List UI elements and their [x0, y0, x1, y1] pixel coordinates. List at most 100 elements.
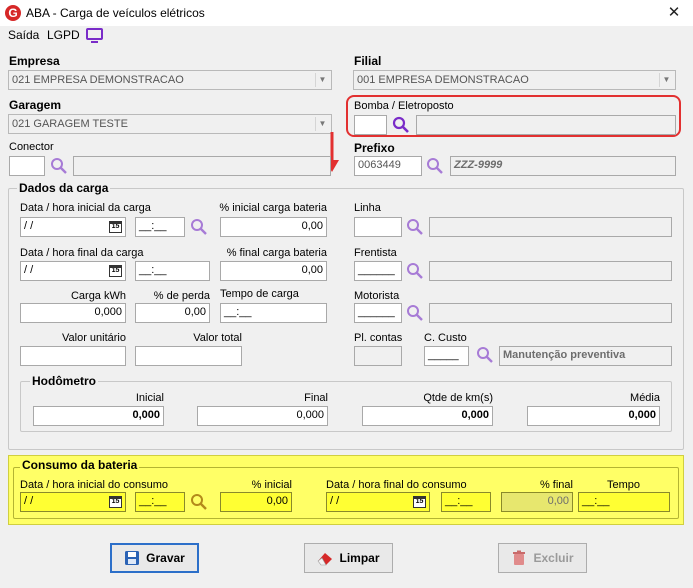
search-icon[interactable]: [406, 218, 424, 236]
linha-label: Linha: [354, 202, 381, 214]
excluir-label: Excluir: [533, 551, 574, 565]
c-custo-desc: Manutenção preventiva: [499, 346, 672, 366]
hora-final-input[interactable]: __:__: [135, 261, 210, 281]
frentista-label: Frentista: [354, 247, 397, 259]
search-icon[interactable]: [406, 304, 424, 322]
c-custo-label: C. Custo: [424, 332, 467, 344]
c-custo-input[interactable]: _____: [424, 346, 469, 366]
garagem-label: Garagem: [9, 98, 62, 112]
filial-label: Filial: [354, 54, 382, 68]
valor-unitario-label: Valor unitário: [62, 332, 126, 344]
motorista-label: Motorista: [354, 290, 400, 302]
search-icon[interactable]: [50, 157, 68, 175]
data-final-input[interactable]: / /15: [20, 261, 126, 281]
excluir-button[interactable]: Excluir: [498, 543, 587, 573]
limpar-button[interactable]: Limpar: [304, 543, 393, 573]
hodo-media-input[interactable]: 0,000: [527, 406, 660, 426]
consumo-hora-final-input[interactable]: __:__: [441, 492, 491, 512]
consumo-title: Consumo da bateria: [20, 458, 140, 472]
valor-unitario-input[interactable]: [20, 346, 126, 366]
chevron-down-icon[interactable]: ▼: [315, 73, 329, 87]
pct-perda-input[interactable]: 0,00: [135, 303, 210, 323]
hodometro-title: Hodômetro: [30, 374, 98, 388]
search-icon[interactable]: [476, 346, 494, 364]
garagem-value: 021 GARAGEM TESTE: [12, 118, 128, 130]
consumo-pct-inicial-input[interactable]: 0,00: [220, 492, 292, 512]
pct-perda-label: % de perda: [153, 290, 210, 302]
pl-contas-input: [354, 346, 402, 366]
calendar-icon[interactable]: 15: [413, 496, 426, 508]
data-inicial-label: Data / hora inicial da carga: [20, 202, 151, 214]
empresa-value: 021 EMPRESA DEMONSTRACAO: [12, 74, 184, 86]
chevron-down-icon[interactable]: ▼: [659, 73, 673, 87]
app-logo-icon: G: [5, 5, 21, 21]
linha-desc: [429, 217, 672, 237]
frentista-input[interactable]: ______: [354, 261, 402, 281]
hodo-inicial-label: Inicial: [135, 392, 164, 404]
save-icon: [125, 551, 140, 565]
search-icon[interactable]: [190, 493, 208, 511]
window-title: ABA - Carga de veículos elétricos: [26, 6, 205, 20]
prefixo-desc: ZZZ-9999: [450, 156, 676, 176]
eraser-icon: [318, 553, 333, 566]
calendar-icon[interactable]: 15: [109, 265, 122, 277]
bomba-label: Bomba / Eletroposto: [354, 100, 454, 112]
carga-kwh-input[interactable]: 0,000: [20, 303, 126, 323]
close-icon[interactable]: ✕: [662, 3, 686, 23]
dados-carga-title: Dados da carga: [17, 181, 111, 195]
data-inicial-input[interactable]: / /15: [20, 217, 126, 237]
frentista-desc: [429, 261, 672, 281]
menu-saida[interactable]: Saída: [8, 28, 39, 42]
filial-value: 001 EMPRESA DEMONSTRACAO: [357, 74, 529, 86]
limpar-label: Limpar: [339, 551, 380, 565]
motorista-desc: [429, 303, 672, 323]
calendar-icon[interactable]: 15: [109, 496, 122, 508]
hodo-final-input[interactable]: 0,000: [197, 406, 328, 426]
search-icon[interactable]: [426, 157, 444, 175]
garagem-select[interactable]: 021 GARAGEM TESTE ▼: [8, 114, 332, 134]
calendar-icon[interactable]: 15: [109, 221, 122, 233]
conector-label: Conector: [9, 141, 54, 153]
valor-total-input[interactable]: [135, 346, 242, 366]
hodo-final-label: Final: [304, 392, 328, 404]
search-icon[interactable]: [406, 262, 424, 280]
linha-input[interactable]: [354, 217, 402, 237]
filial-select[interactable]: 001 EMPRESA DEMONSTRACAO ▼: [353, 70, 676, 90]
chevron-down-icon[interactable]: ▼: [315, 117, 329, 131]
bomba-desc: [416, 115, 676, 135]
prefixo-input[interactable]: 0063449: [354, 156, 422, 176]
consumo-data-final-label: Data / hora final do consumo: [326, 479, 467, 491]
consumo-hora-inicial-input[interactable]: __:__: [135, 492, 185, 512]
empresa-label: Empresa: [9, 54, 60, 68]
consumo-pct-final-label: % final: [539, 479, 573, 491]
bomba-input[interactable]: [354, 115, 387, 135]
consumo-pct-inicial-label: % inicial: [251, 479, 292, 491]
pct-final-input[interactable]: 0,00: [220, 261, 327, 281]
consumo-data-inicial-input[interactable]: / /15: [20, 492, 126, 512]
menu-lgpd[interactable]: LGPD: [47, 28, 80, 42]
conector-input[interactable]: [9, 156, 45, 176]
pl-contas-label: Pl. contas: [354, 332, 403, 344]
conector-desc: [73, 156, 331, 176]
tempo-carga-input[interactable]: __:__: [220, 303, 327, 323]
empresa-select[interactable]: 021 EMPRESA DEMONSTRACAO ▼: [8, 70, 332, 90]
prefixo-label: Prefixo: [354, 141, 395, 155]
pct-inicial-input[interactable]: 0,00: [220, 217, 327, 237]
search-icon[interactable]: [392, 116, 410, 134]
trash-icon: [513, 550, 526, 565]
consumo-data-final-input[interactable]: / /15: [326, 492, 430, 512]
gravar-button[interactable]: Gravar: [110, 543, 199, 573]
hodo-inicial-input[interactable]: 0,000: [33, 406, 164, 426]
motorista-input[interactable]: ______: [354, 303, 402, 323]
pct-final-label: % final carga bateria: [226, 247, 327, 259]
search-icon[interactable]: [190, 218, 208, 236]
consumo-tempo-input[interactable]: __:__: [578, 492, 670, 512]
monitor-icon[interactable]: [86, 28, 103, 43]
consumo-pct-final-input: 0,00: [501, 492, 573, 512]
hora-inicial-input[interactable]: __:__: [135, 217, 185, 237]
consumo-tempo-label: Tempo: [606, 479, 640, 491]
carga-kwh-label: Carga kWh: [70, 290, 126, 302]
tempo-carga-label: Tempo de carga: [220, 288, 299, 300]
data-final-label: Data / hora final da carga: [20, 247, 144, 259]
hodo-km-input[interactable]: 0,000: [362, 406, 493, 426]
